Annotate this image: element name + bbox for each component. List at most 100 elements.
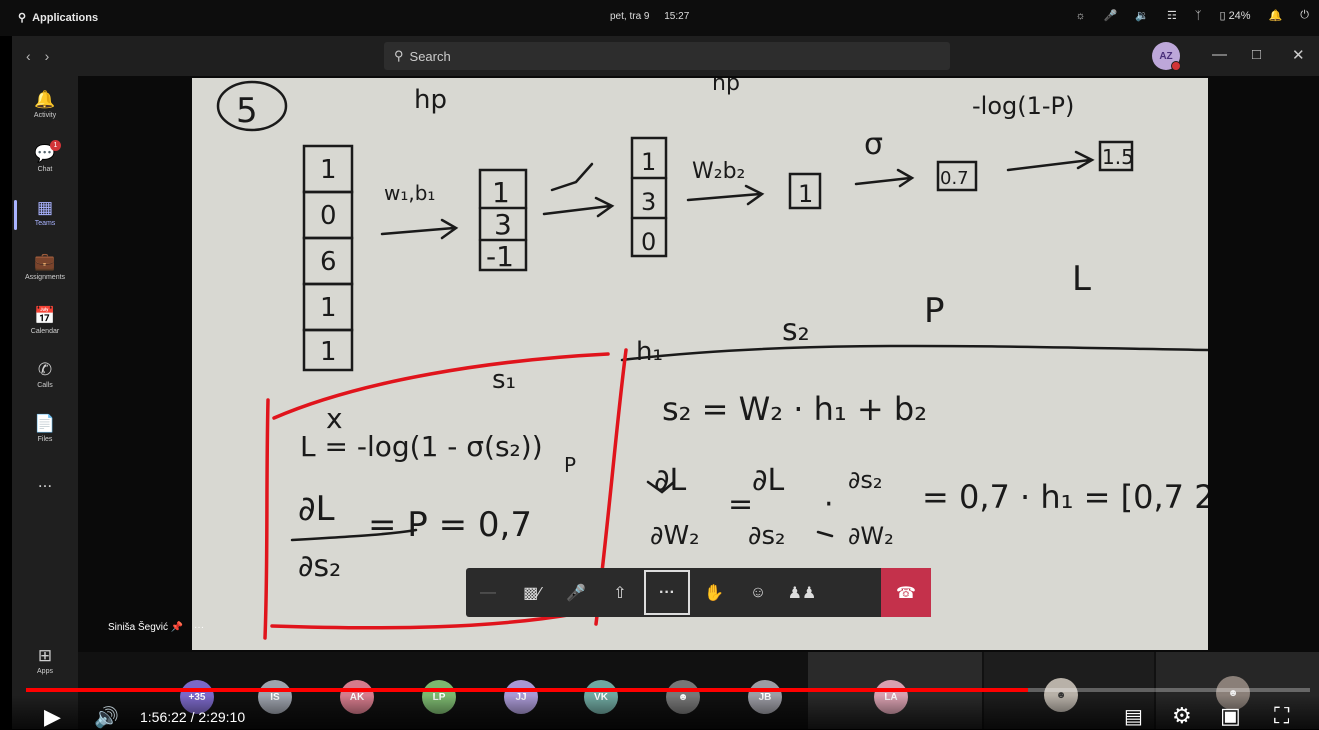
speaker-name-text: Siniša Šegvić	[108, 622, 169, 633]
status-dot	[1171, 61, 1181, 71]
chat-icon: 💬	[34, 144, 56, 163]
subtitles-icon[interactable]: ▤	[1124, 704, 1143, 729]
search-input[interactable]: ⚲ Search	[384, 42, 950, 70]
profile-avatar[interactable]: AZ	[1152, 42, 1181, 71]
teams-header: ‹› ⚲ Search AZ — □ ✕	[12, 36, 1319, 76]
notifications-icon[interactable]: 🔔	[1269, 9, 1283, 22]
hangup-icon: ☎	[896, 584, 916, 602]
wb-eq2-num: ∂L	[298, 489, 335, 529]
wb-hp1: hp	[414, 85, 447, 115]
os-top-bar: ⚲ Applications pet, tra 9 15:27 ☼ 🎤 🔉 ☶ …	[0, 0, 1319, 36]
fullscreen-icon[interactable]: ⛶	[1274, 703, 1289, 729]
forward-icon[interactable]: ›	[45, 48, 64, 64]
more-icon: ...	[37, 472, 53, 491]
wb-dot: ·	[824, 487, 834, 522]
battery-indicator[interactable]: ▯ 24%	[1219, 9, 1250, 22]
clock[interactable]: pet, tra 9 15:27	[610, 11, 689, 22]
avatar-initials: AZ	[1159, 50, 1173, 62]
wb-five: 5	[236, 91, 258, 131]
battery-level: 24%	[1228, 10, 1251, 22]
rail-item-assignments[interactable]: 💼 Assignments	[12, 252, 78, 281]
app-rail: 🔔 Activity 💬 1 Chat ▦ Teams 💼 Assignment…	[12, 76, 78, 729]
rail-item-activity[interactable]: 🔔 Activity	[12, 90, 78, 119]
participants-button[interactable]: ♟♟	[780, 568, 824, 617]
hand-icon: ✋	[704, 584, 724, 602]
wb-s2-eq: s₂ = W₂ · h₁ + b₂	[662, 390, 927, 428]
call-controls: — ▩⁄ 🎤 ⇧ ··· ✋ ☺ ♟♟ ☎	[466, 568, 931, 617]
power-icon[interactable]: ⏻	[1300, 9, 1309, 22]
rail-item-calls[interactable]: ✆ Calls	[12, 360, 78, 389]
share-button[interactable]: ⇧	[598, 568, 642, 617]
back-icon[interactable]: ‹	[26, 48, 45, 64]
teams-icon: ▦	[36, 198, 54, 217]
camera-button[interactable]: ▩⁄	[510, 568, 554, 617]
rail-item-more[interactable]: ...	[12, 472, 78, 492]
hang-up-button[interactable]: ☎	[881, 568, 931, 617]
applications-label: Applications	[32, 11, 99, 24]
history-nav: ‹›	[26, 48, 63, 64]
more-options-icon[interactable]: ···	[194, 622, 204, 633]
system-tray: ☼ 🎤 🔉 ☶ ᛉ ▯ 24% 🔔 ⏻	[1075, 9, 1309, 22]
rail-item-calendar[interactable]: 📅 Calendar	[12, 306, 78, 335]
wb-sigma: σ	[864, 127, 883, 162]
maximize-icon[interactable]: □	[1252, 46, 1261, 63]
reactions-button[interactable]: ☺	[736, 568, 780, 617]
miniplayer-icon[interactable]: ▣	[1220, 703, 1241, 729]
chat-badge: 1	[50, 140, 61, 151]
progress-bar[interactable]	[26, 688, 1310, 692]
wb-box2: 0.7	[940, 168, 969, 189]
wb-v1-1: 0	[320, 201, 337, 231]
settings-icon[interactable]: ⚙	[1172, 703, 1192, 729]
wb-grad-num1: ∂L	[654, 463, 687, 498]
wb-w1b1: w₁,b₁	[384, 181, 435, 205]
more-actions-button[interactable]: ···	[644, 570, 690, 615]
pin-icon[interactable]: 📌	[171, 622, 183, 633]
people-icon: ♟♟	[787, 584, 817, 602]
rail-label: Calendar	[30, 328, 60, 335]
wb-grad-den2: ∂s₂	[748, 521, 785, 551]
mic-button[interactable]: 🎤	[554, 568, 598, 617]
wb-loss-top: -log(1-P)	[972, 92, 1074, 120]
play-icon[interactable]: ▶	[44, 704, 61, 730]
rail-label: Teams	[34, 220, 56, 227]
time-display: 1:56:22 / 2:29:10	[140, 709, 246, 725]
night-light-icon[interactable]: ☼	[1075, 10, 1085, 22]
rail-item-chat[interactable]: 💬 1 Chat	[12, 140, 78, 173]
time-text: 15:27	[664, 11, 690, 22]
wb-v3-1: 3	[641, 188, 656, 216]
minimize-icon[interactable]: —	[1212, 46, 1227, 63]
phone-icon: ✆	[37, 360, 53, 379]
microphone-icon[interactable]: 🎤	[1104, 9, 1118, 22]
volume-icon[interactable]: 🔊	[94, 705, 119, 730]
applications-menu[interactable]: ⚲ Applications	[18, 11, 99, 25]
wb-box3: 1.5	[1102, 145, 1134, 169]
rail-item-teams[interactable]: ▦ Teams	[12, 198, 78, 230]
calendar-icon: 📅	[34, 306, 56, 325]
wb-P: P	[924, 291, 945, 331]
bell-icon: 🔔	[34, 90, 56, 109]
wb-grad-den1: ∂W₂	[650, 521, 700, 551]
wb-eq-sign1: =	[728, 487, 753, 522]
volume-icon[interactable]: 🔉	[1135, 9, 1149, 22]
raise-hand-button[interactable]: ✋	[692, 568, 736, 617]
whiteboard-video: 5 hp hp -log(1-P) 1 0 6 1 1 w₁,b₁ 1 3 -1…	[192, 78, 1208, 650]
rail-item-apps[interactable]: ⊞ Apps	[12, 646, 78, 675]
close-icon[interactable]: ✕	[1292, 46, 1305, 64]
rail-item-files[interactable]: 📄 Files	[12, 414, 78, 443]
apps-icon: ⊞	[37, 646, 53, 665]
search-icon: ⚲	[394, 48, 404, 63]
wb-v3-2: 0	[641, 228, 656, 256]
time-total: 2:29:10	[198, 709, 246, 725]
rail-label: Calls	[37, 382, 53, 389]
wifi-icon[interactable]: ☶	[1167, 9, 1177, 22]
battery-icon: ▯	[1219, 10, 1226, 22]
wb-v3-0: 1	[641, 148, 656, 176]
wb-v2-0: 1	[492, 176, 510, 209]
bluetooth-icon[interactable]: ᛉ	[1195, 10, 1202, 22]
wb-L: L	[1072, 259, 1091, 299]
wb-v1-3: 1	[320, 293, 337, 323]
speaker-name: Siniša Šegvić 📌 ···	[108, 622, 204, 633]
wb-w2b2: W₂b₂	[692, 159, 745, 184]
camera-off-icon: ▩⁄	[523, 584, 541, 602]
toolbar-handle: —	[480, 583, 496, 601]
